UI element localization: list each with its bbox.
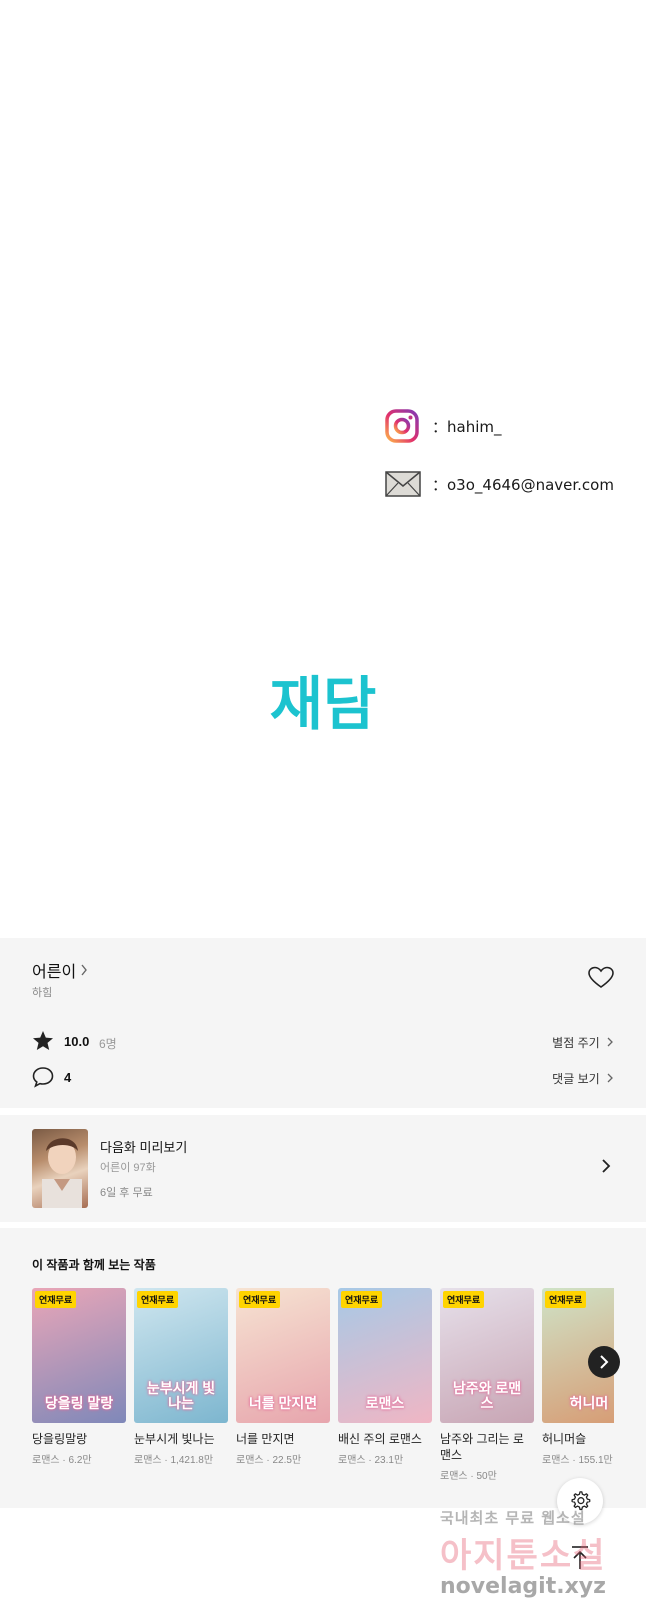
recommend-title: 눈부시게 빛나는 [134, 1432, 215, 1446]
recommend-title: 허니머슬 [542, 1432, 587, 1446]
recommend-cover: 연재무료 눈부시게 빛나는 [134, 1288, 228, 1423]
chevron-right-icon[interactable] [600, 1158, 612, 1174]
svg-text:재담: 재담 [270, 670, 377, 738]
recommend-card[interactable]: 연재무료 눈부시게 빛나는 눈부시게 빛나는 로맨스 · 1,421.8만 [134, 1288, 228, 1466]
recommend-title: 너를 만지면 [236, 1432, 295, 1446]
free-badge: 연재무료 [545, 1291, 587, 1308]
watermark-url: novelagit.xyz [440, 1574, 606, 1599]
comments-label: 댓글 보기 [552, 1072, 600, 1086]
next-episode-subtitle: 어른이 97화 [100, 1162, 156, 1174]
recommend-meta: 로맨스 · 23.1만 [338, 1455, 404, 1466]
jaedam-logo: 재담 [270, 670, 377, 738]
comment-icon [32, 1067, 54, 1088]
rating-count: 6명 [99, 1037, 117, 1051]
cover-title: 로맨스 [365, 1395, 405, 1411]
cover-title: 허니머 [569, 1395, 609, 1411]
carousel-next-button[interactable] [588, 1346, 620, 1378]
recommend-card[interactable]: 연재무료 남주와 로맨스 남주와 그리는 로맨스 로맨스 · 50만 [440, 1288, 534, 1482]
work-title-link[interactable]: 어른이 [32, 958, 88, 982]
next-episode-thumbnail[interactable] [32, 1129, 88, 1208]
next-episode-panel[interactable] [0, 1115, 646, 1222]
recommend-title: 배신 주의 로맨스 [338, 1432, 422, 1446]
cover-title: 당을링 말랑 [44, 1395, 114, 1411]
free-badge: 연재무료 [443, 1291, 485, 1308]
heart-icon[interactable] [588, 966, 614, 990]
free-badge: 연재무료 [341, 1291, 383, 1308]
star-icon [33, 1031, 53, 1050]
chevron-right-icon [600, 1355, 609, 1369]
author-name: 하힘 [32, 987, 53, 999]
cover-title: 눈부시게 빛나는 [146, 1380, 216, 1411]
cover-title: 너를 만지면 [248, 1395, 318, 1411]
recommend-title: 당을링말랑 [32, 1432, 88, 1446]
instagram-handle: ：hahim_ [432, 418, 502, 436]
next-episode-free-info: 6일 후 무료 [100, 1187, 153, 1199]
recommend-meta: 로맨스 · 1,421.8만 [134, 1455, 214, 1466]
cover-title: 남주와 로맨스 [452, 1380, 522, 1411]
comments-button[interactable]: 댓글 보기 [552, 1070, 614, 1087]
recommend-cover: 연재무료 남주와 로맨스 [440, 1288, 534, 1423]
recommend-cover: 연재무료 너를 만지면 [236, 1288, 330, 1423]
chevron-right-icon [607, 1037, 613, 1047]
recommend-card[interactable]: 연재무료 로맨스 배신 주의 로맨스 로맨스 · 23.1만 [338, 1288, 432, 1466]
instagram-icon [385, 409, 419, 443]
chevron-right-icon [607, 1073, 613, 1083]
character-illustration [42, 1138, 82, 1208]
recommend-title: 남주와 그리는 로맨스 [440, 1432, 524, 1462]
rate-label: 별점 주기 [552, 1036, 600, 1050]
next-episode-title: 다음화 미리보기 [100, 1140, 188, 1155]
recommend-meta: 로맨스 · 50만 [440, 1471, 497, 1482]
free-badge: 연재무료 [35, 1291, 77, 1308]
comment-count: 4 [64, 1070, 72, 1085]
work-info-panel [0, 938, 646, 1108]
email-address: ：o3o_4646@naver.com [432, 476, 614, 494]
free-badge: 연재무료 [239, 1291, 281, 1308]
free-badge: 연재무료 [137, 1291, 179, 1308]
chevron-right-icon [81, 964, 88, 976]
recommend-meta: 로맨스 · 6.2만 [32, 1455, 92, 1466]
recommendations-heading: 이 작품과 함께 보는 작품 [32, 1258, 156, 1272]
mail-icon [385, 471, 421, 497]
watermark-tagline: 국내최초 무료 웹소설 [440, 1509, 586, 1527]
recommend-card[interactable]: 연재무료 당을링 말랑 당을링말랑 로맨스 · 6.2만 [32, 1288, 126, 1466]
recommend-meta: 로맨스 · 155.1만 [542, 1455, 613, 1466]
rating-score: 10.0 [64, 1034, 90, 1049]
recommend-meta: 로맨스 · 22.5만 [236, 1455, 302, 1466]
work-title: 어른이 [32, 964, 77, 981]
recommend-cover: 연재무료 당을링 말랑 [32, 1288, 126, 1423]
recommend-cover: 연재무료 로맨스 [338, 1288, 432, 1423]
watermark-brand: 아지툰소설 [440, 1536, 607, 1576]
recommend-card[interactable]: 연재무료 너를 만지면 너를 만지면 로맨스 · 22.5만 [236, 1288, 330, 1466]
rate-button[interactable]: 별점 주기 [552, 1034, 614, 1051]
